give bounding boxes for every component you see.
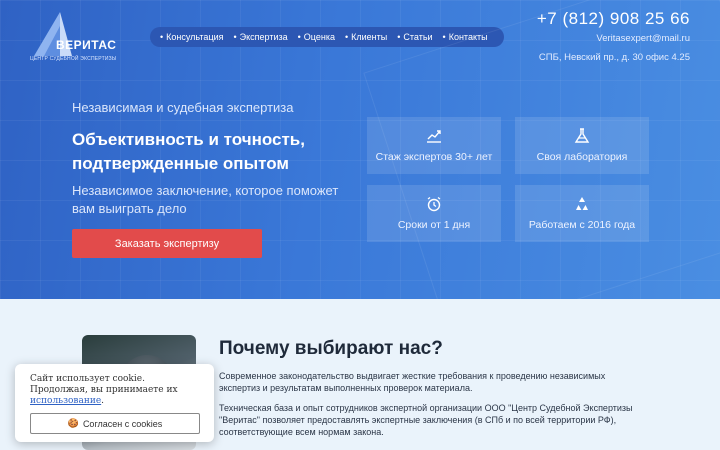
accept-cookies-button[interactable]: 🍪 Согласен с cookies bbox=[30, 413, 200, 434]
address: СПБ, Невский пр., д. 30 офис 4.25 bbox=[538, 52, 690, 63]
cookie-icon: 🍪 bbox=[67, 418, 79, 428]
feature-card-terms: Сроки от 1 дня bbox=[367, 185, 501, 242]
feature-label: Своя лаборатория bbox=[536, 151, 628, 163]
nav-item-articles[interactable]: Статьи bbox=[397, 32, 432, 42]
order-expertise-button[interactable]: Заказать экспертизу bbox=[72, 229, 262, 258]
nav-item-clients[interactable]: Клиенты bbox=[345, 32, 387, 42]
nav-item-contacts[interactable]: Контакты bbox=[443, 32, 488, 42]
logo-title: ВЕРИТАС bbox=[56, 38, 117, 52]
why-paragraph-1: Современное законодательство выдвигает ж… bbox=[219, 371, 606, 393]
recycle-icon bbox=[576, 197, 588, 210]
feature-card-lab: Своя лаборатория bbox=[515, 117, 649, 174]
phone-number[interactable]: +7 (812) 908 25 66 bbox=[537, 9, 690, 29]
feature-label: Сроки от 1 дня bbox=[397, 219, 471, 231]
alarm-clock-icon bbox=[427, 196, 441, 212]
accept-cookies-label: Согласен с cookies bbox=[82, 418, 163, 429]
nav-item-expertise[interactable]: Экспертиза bbox=[234, 32, 288, 42]
flask-icon bbox=[574, 128, 590, 143]
hero-kicker: Независимая и судебная экспертиза bbox=[72, 100, 294, 115]
cookie-message: Сайт использует cookie. Продолжая, вы пр… bbox=[30, 374, 178, 395]
email-link[interactable]: Veritasexpert@mail.ru bbox=[596, 33, 690, 44]
feature-label: Работаем с 2016 года bbox=[528, 219, 636, 231]
hero-section: ВЕРИТАС ЦЕНТР СУДЕБНОЙ ЭКСПЕРТИЗЫ Консул… bbox=[0, 0, 720, 299]
nav-item-evaluation[interactable]: Оценка bbox=[298, 32, 335, 42]
logo-subtitle: ЦЕНТР СУДЕБНОЙ ЭКСПЕРТИЗЫ bbox=[30, 56, 117, 62]
feature-card-since: Работаем с 2016 года bbox=[515, 185, 649, 242]
cookie-banner: Сайт использует cookie. Продолжая, вы пр… bbox=[15, 364, 214, 442]
hero-description: Независимое заключение, которое поможет … bbox=[72, 183, 339, 216]
cookie-text: Сайт использует cookie. Продолжая, вы пр… bbox=[30, 374, 178, 406]
why-paragraph-2: Техническая база и опыт сотрудников эксп… bbox=[219, 403, 633, 437]
hero-title: Объективность и точность, подтвержденные… bbox=[72, 130, 305, 173]
main-nav: Консультация Экспертиза Оценка Клиенты С… bbox=[150, 27, 504, 47]
why-title: Почему выбирают нас? bbox=[219, 338, 443, 359]
cookie-usage-link[interactable]: использование bbox=[30, 396, 101, 406]
nav-item-consultation[interactable]: Консультация bbox=[160, 32, 223, 42]
feature-label: Стаж экспертов 30+ лет bbox=[375, 151, 493, 163]
chart-icon bbox=[427, 130, 441, 143]
feature-card-experience: Стаж экспертов 30+ лет bbox=[367, 117, 501, 174]
